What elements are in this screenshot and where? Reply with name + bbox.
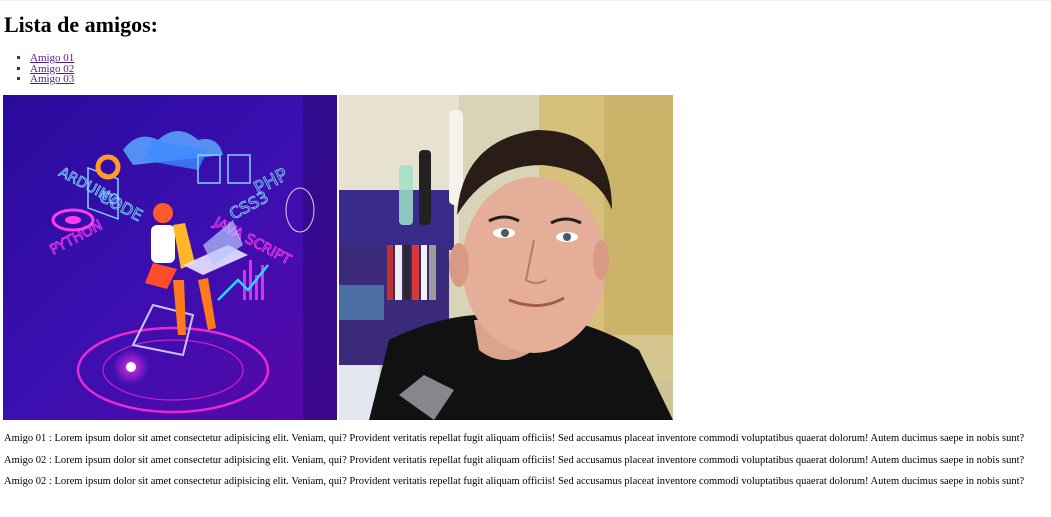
friend-link-03[interactable]: Amigo 03 bbox=[30, 73, 74, 85]
friends-descriptions: Amigo 01 : Lorem ipsum dolor sit amet co… bbox=[4, 428, 1049, 493]
page-title: Lista de amigos: bbox=[4, 12, 158, 37]
photo-gallery: ARDUINO CODE PYTHON PHP CSS3 JAVA SCRIPT bbox=[3, 95, 673, 420]
friend-portrait-image bbox=[339, 95, 673, 420]
coding-illustration-image: ARDUINO CODE PYTHON PHP CSS3 JAVA SCRIPT bbox=[3, 95, 337, 420]
page: Lista de amigos: Amigo 01 Amigo 02 Amigo… bbox=[0, 0, 1051, 517]
friend-description-1: Amigo 01 : Lorem ipsum dolor sit amet co… bbox=[4, 433, 1025, 444]
friend-description-2: Amigo 02 : Lorem ipsum dolor sit amet co… bbox=[4, 454, 1025, 466]
friend-list-item: Amigo 03 bbox=[30, 74, 74, 85]
friends-list: Amigo 01 Amigo 02 Amigo 03 bbox=[30, 53, 74, 85]
friend-description-3: Amigo 02 : Lorem ipsum dolor sit amet co… bbox=[4, 476, 1025, 487]
